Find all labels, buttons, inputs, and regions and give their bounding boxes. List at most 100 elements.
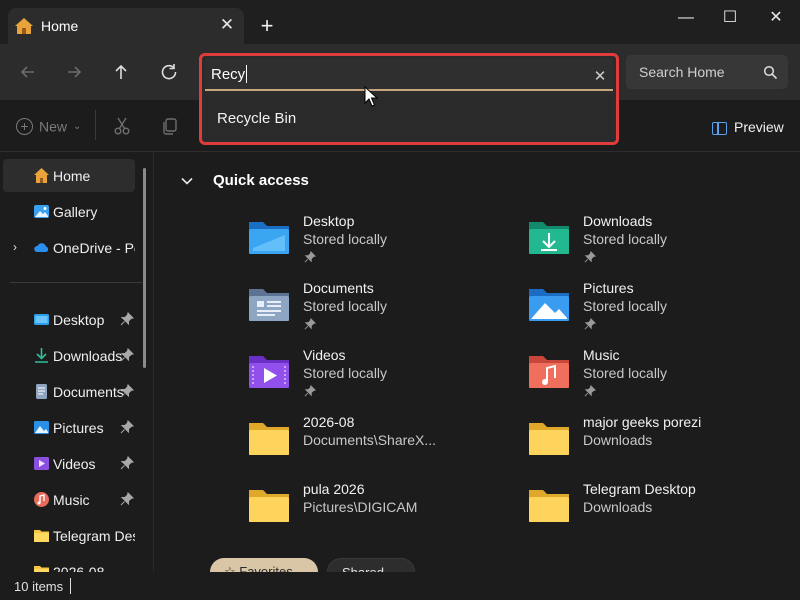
gallery-icon <box>34 205 49 218</box>
chevron-down-icon: ⌄ <box>73 120 82 132</box>
folder-icon <box>34 530 49 542</box>
sidebar-item-2026-08[interactable]: 2026-08 <box>3 555 135 572</box>
up-button[interactable] <box>107 58 135 86</box>
new-button[interactable]: + New ⌄ <box>16 117 81 137</box>
onedrive-icon <box>34 243 49 252</box>
quick-access-item[interactable]: Pictures Stored locally <box>527 280 777 340</box>
folder-icon <box>249 490 289 522</box>
chevron-right-icon[interactable]: › <box>13 240 17 254</box>
sidebar-item-videos[interactable]: Videos <box>3 447 135 480</box>
search-icon <box>763 65 778 80</box>
item-name: Music <box>583 347 620 363</box>
tab-home[interactable]: Home ✕ <box>8 8 244 44</box>
copy-icon[interactable] <box>160 116 180 136</box>
downloads-folder-icon <box>529 222 569 254</box>
address-input[interactable]: Recy ✕ <box>205 59 613 91</box>
sidebar-item-label: Home <box>53 168 91 184</box>
pin-icon[interactable] <box>120 420 134 434</box>
sidebar-item-desktop[interactable]: Desktop <box>3 303 135 336</box>
sidebar-item-pictures[interactable]: Pictures <box>3 411 135 444</box>
title-bar: Home ✕ + — ☐ ✕ <box>0 0 800 44</box>
item-name: Videos <box>303 347 346 363</box>
pin-icon[interactable] <box>120 312 134 326</box>
item-name: Desktop <box>303 213 355 229</box>
sidebar-item-label: 2026-08 <box>53 564 105 572</box>
sidebar-item-home[interactable]: Home <box>3 159 135 192</box>
pin-icon[interactable] <box>120 384 134 398</box>
item-location: Stored locally <box>583 231 668 247</box>
quick-access-item[interactable]: Telegram Desktop Downloads <box>527 481 777 541</box>
quick-access-item[interactable]: major geeks porezi Downloads <box>527 414 777 474</box>
favorites-filter[interactable]: ☆ Favorites <box>210 558 318 572</box>
clear-icon[interactable]: ✕ <box>591 68 609 86</box>
item-location: Stored locally <box>583 365 668 381</box>
cut-icon[interactable] <box>112 116 132 136</box>
shared-filter[interactable]: Shared <box>327 558 415 572</box>
refresh-button[interactable] <box>155 58 183 86</box>
tab-title: Home <box>41 18 79 34</box>
close-window-button[interactable]: ✕ <box>758 4 794 32</box>
quick-access-item[interactable]: Downloads Stored locally <box>527 213 777 273</box>
quick-access-item[interactable]: Documents Stored locally <box>247 280 497 340</box>
pictures-folder-icon <box>529 289 569 321</box>
pin-icon <box>584 251 596 263</box>
item-name: 2026-08 <box>303 414 355 430</box>
preview-pane-icon <box>712 121 727 135</box>
pin-icon[interactable] <box>120 348 134 362</box>
minimize-button[interactable]: — <box>668 4 704 32</box>
quick-access-item[interactable]: 2026-08 Documents\ShareX... <box>247 414 497 474</box>
arrow-left-icon <box>20 66 34 78</box>
videos-folder-icon <box>249 356 289 388</box>
folder-icon <box>249 423 289 455</box>
sidebar-item-music[interactable]: Music <box>3 483 135 516</box>
pin-icon <box>304 385 316 397</box>
sidebar-separator <box>10 282 142 283</box>
preview-button[interactable]: Preview <box>712 119 784 135</box>
pin-icon[interactable] <box>120 492 134 506</box>
quick-access-item[interactable]: Music Stored locally <box>527 347 777 407</box>
sidebar-item-documents[interactable]: Documents <box>3 375 135 408</box>
item-location: Documents\ShareX... <box>303 432 437 448</box>
search-placeholder: Search Home <box>639 64 725 80</box>
text-caret <box>246 65 248 84</box>
suggestion-item[interactable]: Recycle Bin <box>205 96 613 140</box>
sidebar-item-telegram-desktop[interactable]: Telegram Desktop <box>3 519 135 552</box>
item-name: Downloads <box>583 213 653 229</box>
item-location: Downloads <box>583 499 653 515</box>
address-bar-highlight: Recy ✕ Recycle Bin <box>199 53 619 145</box>
pin-icon <box>584 318 596 330</box>
videos-icon <box>34 457 49 470</box>
tab-close-icon[interactable]: ✕ <box>216 14 238 36</box>
sidebar-item-onedrive[interactable]: › OneDrive - Personal <box>3 231 135 264</box>
download-icon <box>35 348 48 363</box>
item-name: pula 2026 <box>303 481 365 497</box>
preview-label: Preview <box>734 119 784 135</box>
status-bar: 10 items <box>0 572 800 600</box>
maximize-button[interactable]: ☐ <box>712 4 748 32</box>
music-icon <box>34 492 49 507</box>
pictures-icon <box>34 421 49 434</box>
chevron-down-icon[interactable] <box>180 174 194 188</box>
new-tab-button[interactable]: + <box>255 14 279 38</box>
pin-icon[interactable] <box>120 456 134 470</box>
sidebar-item-label: Telegram Desktop <box>53 528 135 544</box>
section-title: Quick access <box>213 172 309 189</box>
quick-access-item[interactable]: Videos Stored locally <box>247 347 497 407</box>
quick-access-item[interactable]: Desktop Stored locally <box>247 213 497 273</box>
sidebar-scrollbar[interactable] <box>143 168 146 368</box>
back-button[interactable] <box>14 58 42 86</box>
item-name: Telegram Desktop <box>583 481 696 497</box>
search-box[interactable]: Search Home <box>626 55 788 89</box>
forward-button[interactable] <box>60 58 88 86</box>
address-value: Recy <box>211 66 246 83</box>
sidebar-item-gallery[interactable]: Gallery <box>3 195 135 228</box>
music-folder-icon <box>529 356 569 388</box>
mouse-pointer-icon <box>364 86 378 107</box>
documents-icon <box>36 384 47 399</box>
item-name: Documents <box>303 280 374 296</box>
item-name: Pictures <box>583 280 634 296</box>
folder-icon <box>529 490 569 522</box>
quick-access-item[interactable]: pula 2026 Pictures\DIGICAM <box>247 481 497 541</box>
item-location: Stored locally <box>303 231 388 247</box>
sidebar-item-downloads[interactable]: Downloads <box>3 339 135 372</box>
